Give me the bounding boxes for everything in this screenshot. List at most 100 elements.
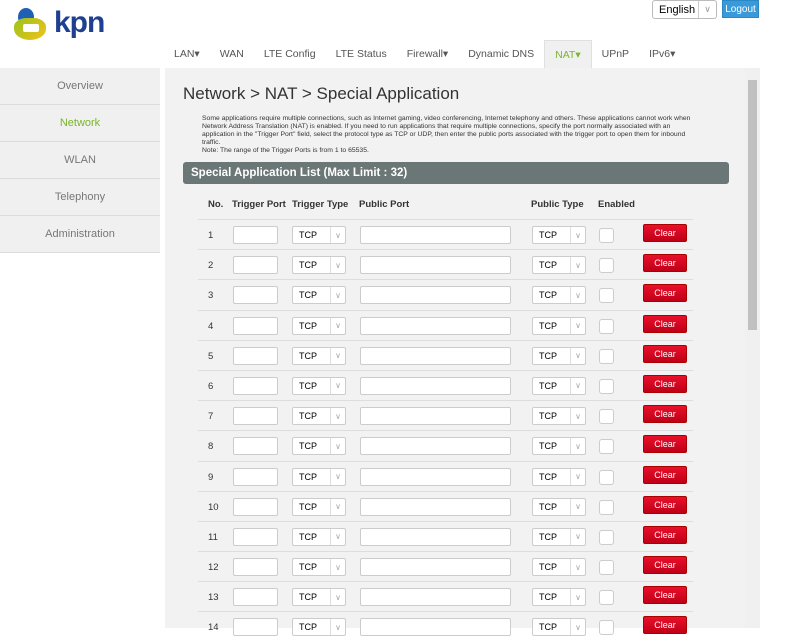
public-type-select[interactable]: TCP ∨ [532, 256, 586, 275]
trigger-type-select[interactable]: TCP ∨ [292, 437, 346, 456]
public-type-select[interactable]: TCP ∨ [532, 376, 586, 395]
trigger-type-select[interactable]: TCP ∨ [292, 558, 346, 577]
public-port-input[interactable] [360, 618, 511, 637]
clear-button[interactable]: Clear [643, 616, 687, 635]
trigger-port-input[interactable] [233, 497, 278, 516]
nav-tab[interactable]: NAT▾ [544, 40, 592, 68]
trigger-port-input[interactable] [233, 346, 278, 365]
public-port-input[interactable] [360, 376, 511, 395]
public-port-input[interactable] [360, 226, 511, 244]
trigger-port-input[interactable] [233, 588, 278, 607]
public-port-input[interactable] [360, 346, 511, 365]
clear-button[interactable]: Clear [643, 435, 687, 454]
trigger-type-select[interactable]: TCP ∨ [292, 316, 346, 335]
enabled-checkbox[interactable] [599, 318, 614, 334]
nav-tab[interactable]: Firewall▾ [397, 40, 458, 68]
enabled-checkbox[interactable] [599, 228, 614, 243]
nav-tab[interactable]: LAN▾ [164, 40, 210, 68]
trigger-port-input[interactable] [233, 527, 278, 546]
enabled-checkbox[interactable] [599, 409, 614, 425]
trigger-type-select[interactable]: TCP ∨ [292, 467, 346, 486]
trigger-port-input[interactable] [233, 256, 278, 275]
clear-button[interactable]: Clear [643, 224, 687, 242]
trigger-port-input[interactable] [233, 437, 278, 456]
public-port-input[interactable] [360, 407, 511, 426]
trigger-port-input[interactable] [233, 286, 278, 305]
trigger-port-input[interactable] [233, 558, 278, 577]
trigger-type-select[interactable]: TCP ∨ [292, 256, 346, 275]
public-port-input[interactable] [360, 256, 511, 275]
trigger-port-input[interactable] [233, 618, 278, 637]
nav-tab[interactable]: UPnP [592, 40, 639, 68]
enabled-checkbox[interactable] [599, 590, 614, 606]
nav-tab[interactable]: Dynamic DNS [458, 40, 544, 68]
nav-tab[interactable]: LTE Status [326, 40, 397, 68]
nav-tab[interactable]: LTE Config [254, 40, 326, 68]
clear-button[interactable]: Clear [643, 586, 687, 605]
trigger-type-select[interactable]: TCP ∨ [292, 376, 346, 395]
public-port-input[interactable] [360, 286, 511, 305]
trigger-type-select[interactable]: TCP ∨ [292, 226, 346, 244]
public-type-select[interactable]: TCP ∨ [532, 497, 586, 516]
trigger-port-input[interactable] [233, 376, 278, 395]
logout-button[interactable]: Logout [722, 0, 759, 18]
trigger-type-select[interactable]: TCP ∨ [292, 286, 346, 305]
trigger-port-input[interactable] [233, 316, 278, 335]
public-port-input[interactable] [360, 497, 511, 516]
public-type-select[interactable]: TCP ∨ [532, 618, 586, 637]
public-type-select[interactable]: TCP ∨ [532, 407, 586, 426]
clear-button[interactable]: Clear [643, 254, 687, 273]
clear-button[interactable]: Clear [643, 284, 687, 303]
public-type-select[interactable]: TCP ∨ [532, 527, 586, 546]
public-type-select[interactable]: TCP ∨ [532, 588, 586, 607]
trigger-type-select[interactable]: TCP ∨ [292, 618, 346, 637]
public-type-select[interactable]: TCP ∨ [532, 467, 586, 486]
public-type-select[interactable]: TCP ∨ [532, 316, 586, 335]
clear-button[interactable]: Clear [643, 405, 687, 424]
sidebar-item[interactable]: WLAN [0, 142, 160, 179]
clear-button[interactable]: Clear [643, 556, 687, 575]
trigger-type-select[interactable]: TCP ∨ [292, 346, 346, 365]
trigger-type-select[interactable]: TCP ∨ [292, 497, 346, 516]
scrollbar-thumb[interactable] [748, 80, 757, 330]
nav-tab[interactable]: IPv6▾ [639, 40, 685, 68]
clear-button[interactable]: Clear [643, 314, 687, 333]
public-port-input[interactable] [360, 558, 511, 577]
public-port-input[interactable] [360, 437, 511, 456]
clear-button[interactable]: Clear [643, 525, 687, 544]
public-port-input[interactable] [360, 527, 511, 546]
public-type-select[interactable]: TCP ∨ [532, 346, 586, 365]
enabled-checkbox[interactable] [599, 529, 614, 545]
sidebar-item[interactable]: Network [0, 105, 160, 142]
sidebar-item[interactable]: Telephony [0, 179, 160, 216]
public-type-select[interactable]: TCP ∨ [532, 437, 586, 456]
clear-button[interactable]: Clear [643, 495, 687, 514]
clear-button[interactable]: Clear [643, 374, 687, 393]
public-port-input[interactable] [360, 316, 511, 335]
enabled-checkbox[interactable] [599, 348, 614, 364]
public-type-select[interactable]: TCP ∨ [532, 558, 586, 577]
enabled-checkbox[interactable] [599, 258, 614, 274]
trigger-type-select[interactable]: TCP ∨ [292, 527, 346, 546]
sidebar-item[interactable]: Administration [0, 216, 160, 253]
clear-button[interactable]: Clear [643, 344, 687, 363]
enabled-checkbox[interactable] [599, 288, 614, 304]
trigger-type-select[interactable]: TCP ∨ [292, 407, 346, 426]
sidebar-item[interactable]: Overview [0, 68, 160, 105]
nav-tab[interactable]: WAN [210, 40, 254, 68]
public-port-input[interactable] [360, 588, 511, 607]
public-type-select[interactable]: TCP ∨ [532, 226, 586, 244]
trigger-type-select[interactable]: TCP ∨ [292, 588, 346, 607]
enabled-checkbox[interactable] [599, 378, 614, 394]
trigger-port-input[interactable] [233, 467, 278, 486]
trigger-port-input[interactable] [233, 226, 278, 244]
enabled-checkbox[interactable] [599, 499, 614, 515]
public-port-input[interactable] [360, 467, 511, 486]
enabled-checkbox[interactable] [599, 439, 614, 455]
public-type-select[interactable]: TCP ∨ [532, 286, 586, 305]
trigger-port-input[interactable] [233, 407, 278, 426]
enabled-checkbox[interactable] [599, 469, 614, 485]
scrollbar[interactable] [745, 68, 760, 628]
clear-button[interactable]: Clear [643, 465, 687, 484]
enabled-checkbox[interactable] [599, 560, 614, 576]
